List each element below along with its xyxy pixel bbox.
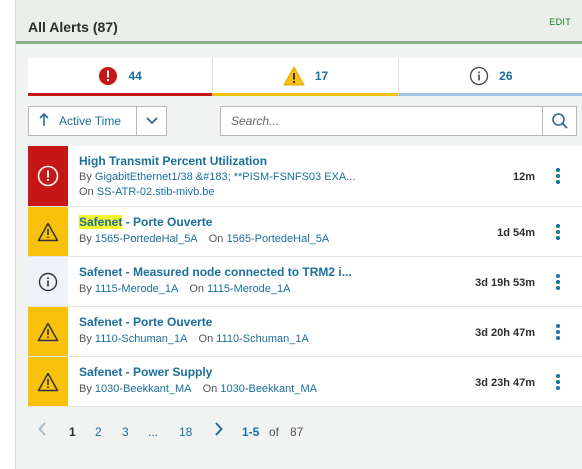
list-item[interactable]: High Transmit Percent Utilization By Gig…	[28, 146, 582, 207]
severity-cell	[28, 146, 68, 206]
info-circle-icon	[38, 272, 58, 291]
alerts-panel: All Alerts (87) EDIT 44 17 26 Active Tim…	[15, 0, 582, 469]
list-item[interactable]: Safenet - Power Supply By 1030-Beekkant_…	[28, 357, 582, 407]
page-2[interactable]: 2	[95, 425, 102, 439]
on-label: On	[202, 383, 218, 395]
panel-header: All Alerts (87) EDIT	[16, 0, 582, 44]
search-icon[interactable]	[542, 107, 576, 135]
warning-triangle-icon	[37, 322, 59, 341]
alert-meta: By 1030-Beekkant_MA On 1030-Beekkant_MA	[79, 383, 317, 395]
critical-count: 44	[128, 68, 142, 83]
on-link[interactable]: 1110-Schuman_1A	[216, 333, 309, 345]
by-label: By	[79, 171, 92, 183]
list-item[interactable]: Safenet - Porte Ouverte By 1565-PortedeH…	[28, 207, 582, 257]
by-label: By	[79, 283, 92, 295]
total-count: 87	[290, 425, 304, 439]
tab-info[interactable]: 26	[397, 58, 582, 96]
sort-control: Active Time	[28, 106, 167, 136]
on-link[interactable]: 1030-Beekkant_MA	[220, 383, 317, 395]
on-link[interactable]: SS-ATR-02.stib-mivb.be	[97, 186, 215, 198]
error-circle-icon	[37, 165, 59, 187]
page-18[interactable]: 18	[179, 425, 192, 439]
on-label: On	[208, 233, 224, 245]
by-link[interactable]: 1565-PortedeHal_5A	[95, 233, 198, 245]
on-label: On	[198, 333, 214, 345]
page-3[interactable]: 3	[122, 425, 129, 439]
pagination: 1 2 3 ... 18 1-5 of 87	[28, 422, 582, 442]
severity-cell	[28, 207, 68, 256]
toolbar: Active Time	[28, 106, 582, 136]
alert-active-time: 3d 19h 53m	[475, 277, 535, 289]
alert-name[interactable]: High Transmit Percent Utilization	[79, 154, 267, 168]
chevron-left-icon[interactable]	[38, 422, 47, 439]
alert-active-time: 3d 23h 47m	[475, 377, 535, 389]
by-label: By	[79, 383, 92, 395]
severity-cell	[28, 357, 68, 406]
search-input[interactable]	[221, 107, 543, 135]
more-options-icon[interactable]	[553, 322, 563, 342]
alert-active-time: 1d 54m	[497, 227, 535, 239]
page-range: 1-5	[242, 425, 260, 439]
alert-name[interactable]: Safenet - Measured node connected to TRM…	[79, 265, 352, 279]
of-label: of	[269, 425, 280, 439]
list-item[interactable]: Safenet - Porte Ouverte By 1110-Schuman_…	[28, 307, 582, 357]
more-options-icon[interactable]	[553, 372, 563, 392]
warning-triangle-icon	[282, 65, 305, 85]
alert-on: On SS-ATR-02.stib-mivb.be	[79, 186, 215, 198]
page-1[interactable]: 1	[69, 425, 76, 439]
by-link[interactable]: 1110-Schuman_1A	[95, 333, 188, 345]
alert-name-rest: - Porte Ouverte	[122, 215, 213, 229]
warning-triangle-icon	[37, 222, 59, 241]
alert-meta: By 1110-Schuman_1A On 1110-Schuman_1A	[79, 333, 309, 345]
on-label: On	[189, 283, 205, 295]
sort-direction-icon[interactable]	[29, 112, 59, 130]
alert-meta: By 1565-PortedeHal_5A On 1565-PortedeHal…	[79, 233, 329, 245]
on-link[interactable]: 1115-Merode_1A	[207, 283, 290, 295]
by-label: By	[79, 233, 92, 245]
more-options-icon[interactable]	[553, 272, 563, 292]
by-link[interactable]: 1030-Beekkant_MA	[95, 383, 192, 395]
alert-active-time: 3d 20h 47m	[475, 327, 535, 339]
info-count: 26	[499, 68, 513, 83]
by-label: By	[79, 333, 92, 345]
by-link[interactable]: GigabitEthernet1/38 &#183; **PISM-FSNFS0…	[95, 171, 355, 183]
alert-meta: By 1115-Merode_1A On 1115-Merode_1A	[79, 283, 290, 295]
severity-cell	[28, 307, 68, 356]
warning-count: 17	[314, 68, 329, 83]
tab-critical[interactable]: 44	[28, 58, 213, 96]
alert-name[interactable]: Safenet - Porte Ouverte	[79, 215, 212, 229]
tab-warning[interactable]: 17	[212, 58, 398, 96]
on-label: On	[79, 186, 94, 198]
more-options-icon[interactable]	[553, 222, 563, 242]
error-circle-icon	[99, 66, 118, 85]
on-link[interactable]: 1565-PortedeHal_5A	[226, 233, 329, 245]
alert-by: By GigabitEthernet1/38 &#183; **PISM-FSN…	[79, 171, 355, 183]
alert-list: High Transmit Percent Utilization By Gig…	[28, 146, 582, 407]
search-highlight: Safenet	[79, 215, 123, 229]
panel-title: All Alerts (87)	[28, 19, 118, 35]
info-circle-icon	[469, 66, 489, 85]
list-item[interactable]: Safenet - Measured node connected to TRM…	[28, 257, 582, 307]
page-ellipsis: ...	[148, 425, 159, 439]
severity-tabs: 44 17 26	[28, 58, 582, 96]
alert-name[interactable]: Safenet - Power Supply	[79, 365, 212, 379]
search-box	[220, 106, 577, 136]
chevron-down-icon[interactable]	[136, 107, 166, 135]
sort-label[interactable]: Active Time	[59, 114, 136, 128]
severity-cell	[28, 257, 68, 306]
by-link[interactable]: 1115-Merode_1A	[95, 283, 178, 295]
more-options-icon[interactable]	[553, 166, 563, 186]
alert-name[interactable]: Safenet - Porte Ouverte	[79, 315, 212, 329]
chevron-right-icon[interactable]	[214, 422, 223, 439]
alert-active-time: 12m	[512, 171, 535, 183]
edit-link[interactable]: EDIT	[549, 17, 571, 27]
warning-triangle-icon	[37, 372, 59, 391]
